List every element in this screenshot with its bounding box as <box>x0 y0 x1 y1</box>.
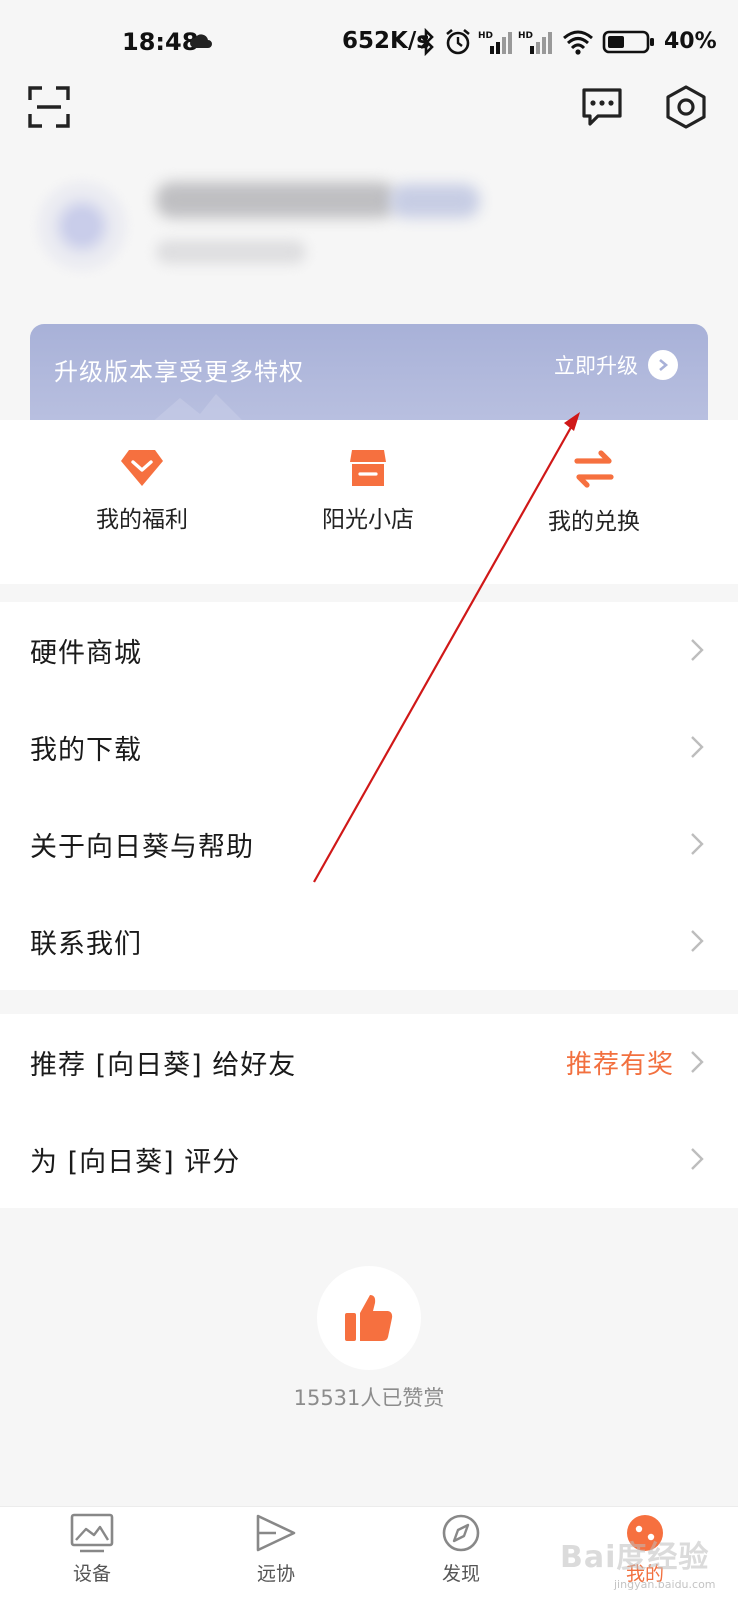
account-id-blurred <box>156 240 306 264</box>
quick-action-store[interactable]: 阳光小店 <box>268 448 468 534</box>
chevron-right-icon <box>648 350 678 380</box>
nav-tab-label: 发现 <box>441 1563 480 1585</box>
battery-icon <box>602 30 654 54</box>
chevron-right-icon <box>691 833 704 855</box>
like-button[interactable] <box>317 1266 421 1370</box>
status-time: 18:48 <box>122 28 199 56</box>
mountain-decoration-icon <box>150 394 246 424</box>
baidu-watermark-url: jingyan.baidu.com <box>614 1578 716 1591</box>
scan-icon <box>28 86 70 128</box>
menu-item-recommend[interactable]: 推荐 [向日葵] 给好友 推荐有奖 <box>0 1014 738 1111</box>
gift-diamond-icon <box>121 450 163 486</box>
settings-icon <box>666 85 706 129</box>
avatar[interactable] <box>34 178 130 274</box>
recommend-reward-tag: 推荐有奖 <box>565 1050 674 1080</box>
store-icon <box>350 450 386 486</box>
device-icon <box>70 1513 114 1553</box>
quick-actions-card: 我的福利 阳光小店 我的兑换 <box>0 420 738 584</box>
upgrade-banner[interactable]: 升级版本享受更多特权 立即升级 <box>30 324 708 424</box>
username-blurred <box>156 182 396 218</box>
chevron-right-icon <box>691 930 704 952</box>
nav-tab-label: 远协 <box>256 1563 295 1585</box>
cloud-icon <box>190 34 212 48</box>
like-count: 15531人已赞赏 <box>293 1386 445 1410</box>
nav-tab-discover[interactable]: 发现 <box>401 1513 521 1586</box>
member-badge-blurred <box>390 184 480 218</box>
nav-tab-label: 设备 <box>72 1563 111 1585</box>
menu-item-rate[interactable]: 为 [向日葵] 评分 <box>0 1111 738 1208</box>
chevron-right-icon <box>691 639 704 661</box>
menu-group-share: 推荐 [向日葵] 给好友 推荐有奖 为 [向日葵] 评分 <box>0 1014 738 1208</box>
menu-group-main: 硬件商城 我的下载 关于向日葵与帮助 联系我们 <box>0 602 738 990</box>
menu-item-contact-us[interactable]: 联系我们 <box>0 893 738 990</box>
menu-item-hardware-mall[interactable]: 硬件商城 <box>0 602 738 699</box>
quick-action-exchange[interactable]: 我的兑换 <box>494 448 694 536</box>
compass-icon <box>442 1514 480 1552</box>
chevron-right-icon <box>691 1051 704 1073</box>
upgrade-now-label: 立即升级 <box>554 354 638 378</box>
menu-item-label: 我的下载 <box>30 735 142 766</box>
network-speed: 652K/s <box>342 28 430 54</box>
menu-item-my-downloads[interactable]: 我的下载 <box>0 699 738 796</box>
scan-button[interactable] <box>28 86 70 128</box>
menu-item-about-help[interactable]: 关于向日葵与帮助 <box>0 796 738 893</box>
battery-percentage: 40% <box>664 29 717 54</box>
wifi-icon <box>563 30 593 55</box>
chevron-right-icon <box>691 1148 704 1170</box>
quick-action-label: 我的福利 <box>96 507 188 533</box>
menu-item-label: 联系我们 <box>30 929 142 960</box>
alarm-icon <box>446 28 470 55</box>
menu-item-label: 硬件商城 <box>30 638 142 669</box>
quick-action-label: 我的兑换 <box>548 509 640 535</box>
quick-action-label: 阳光小店 <box>322 507 414 533</box>
nav-tab-remote-assist[interactable]: 远协 <box>216 1513 336 1586</box>
bluetooth-icon <box>420 28 434 56</box>
signal-hd-icon: HD <box>478 31 512 54</box>
remote-assist-icon <box>256 1514 296 1552</box>
upgrade-banner-text: 升级版本享受更多特权 <box>54 358 304 386</box>
message-icon <box>582 88 622 126</box>
menu-item-label: 为 [向日葵] 评分 <box>30 1147 241 1178</box>
status-bar: 18:48 652K/s HD HD 40% <box>0 0 738 86</box>
nav-tab-devices[interactable]: 设备 <box>32 1513 152 1586</box>
thumbs-up-icon <box>345 1295 393 1341</box>
settings-button[interactable] <box>663 84 709 130</box>
svg-text:HD: HD <box>478 31 493 41</box>
baidu-watermark: Bai度经验 <box>560 1540 710 1575</box>
exchange-icon <box>574 450 614 488</box>
messages-button[interactable] <box>580 86 624 128</box>
upgrade-now-link[interactable]: 立即升级 <box>554 350 678 380</box>
quick-action-welfare[interactable]: 我的福利 <box>42 448 242 534</box>
menu-item-label: 关于向日葵与帮助 <box>30 832 254 863</box>
svg-text:HD: HD <box>518 31 533 41</box>
chevron-right-icon <box>691 736 704 758</box>
menu-item-label: 推荐 [向日葵] 给好友 <box>30 1050 297 1081</box>
signal-hd-icon: HD <box>518 31 552 54</box>
